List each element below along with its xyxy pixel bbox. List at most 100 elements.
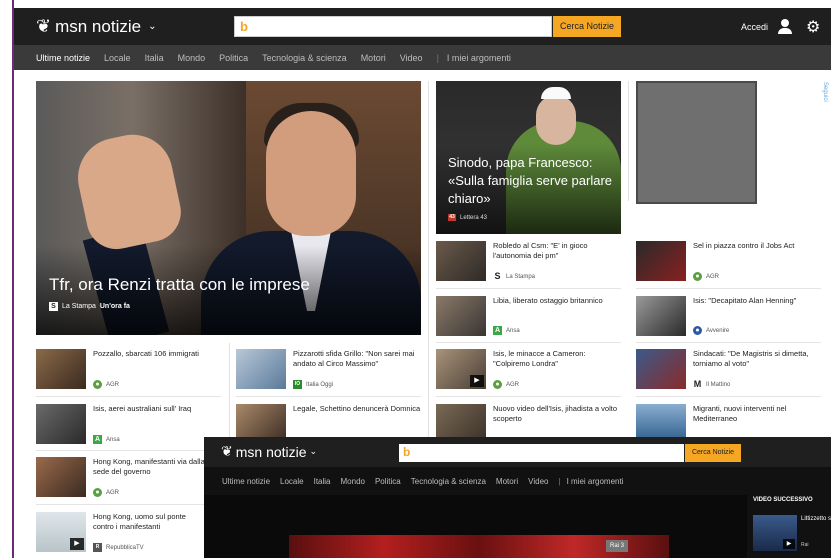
nav-separator: | [558,476,561,486]
brand-name: msn notizie [55,16,142,36]
nav-video[interactable]: Video [528,477,548,486]
avvenire-icon: ● [693,326,702,335]
story-headline[interactable]: Pizzarotti sfida Grillo: "Non sarei mai … [293,349,423,369]
overlay-search-input[interactable] [419,445,679,461]
overlay-search-button[interactable]: Cerca Notizie [685,444,741,462]
list-item[interactable]: Libia, liberato ostaggio britannico A An… [436,296,621,340]
ad-placeholder[interactable] [636,81,757,204]
story-headline[interactable]: Sindacati: "De Magistris si dimetta, tor… [693,349,823,369]
story-thumbnail [436,241,486,281]
avatar-head [781,19,789,27]
story-headline[interactable]: Nuovo video dell'Isis, jihadista a volto… [493,404,621,424]
nav-mondo[interactable]: Mondo [178,53,206,63]
overlay-search-box: b [399,444,684,462]
hero-source-name: La Stampa [62,303,96,310]
nav-mondo[interactable]: Mondo [341,477,365,486]
video-player[interactable]: Rai 3 [204,495,747,558]
gear-icon[interactable]: ⚙ [806,17,820,37]
story-headline[interactable]: Legale, Schettino denuncerà Domnica [293,404,423,414]
list-item[interactable]: Robledo al Csm: "E' in gioco l'autonomia… [436,241,621,285]
nav-ultime-notizie[interactable]: Ultime notizie [222,477,270,486]
story-source-name: RepubblicaTV [106,544,144,551]
top-header: ❦ msn notizie ⌄ b Cerca Notizie Accedi ⚙ [14,8,831,45]
hero-photo-hand [70,127,187,255]
nav-locale[interactable]: Locale [104,53,131,63]
ad-side-label[interactable]: Seguici [818,82,828,102]
story-source: IO Italia Oggi [293,380,333,389]
list-item[interactable]: Isis: "Decapitato Alan Henning" ● Avveni… [636,296,821,340]
nav-tecnologia[interactable]: Tecnologia & scienza [411,477,486,486]
list-item[interactable]: Pozzallo, sbarcati 106 immigrati ● AGR [36,349,226,393]
nav-motori[interactable]: Motori [361,53,386,63]
story-thumbnail: ▶ [36,512,86,552]
list-item[interactable]: Hong Kong, manifestanti via dalla sede d… [36,457,205,501]
agr-icon: ● [93,380,102,389]
story-headline[interactable]: Migranti, nuovi interventi nel Mediterra… [693,404,823,424]
divider [436,342,621,343]
nav-italia[interactable]: Italia [145,53,164,63]
list-item[interactable]: Sel in piazza contro il Jobs Act ● AGR [636,241,821,285]
list-item[interactable]: Sindacati: "De Magistris si dimetta, tor… [636,349,821,393]
hero-time: Un'ora fa [99,303,130,310]
column-divider [628,81,629,201]
nav-ultime-notizie[interactable]: Ultime notizie [36,53,90,63]
hero-story[interactable]: Tfr, ora Renzi tratta con le imprese S L… [36,81,421,335]
story-headline[interactable]: Robledo al Csm: "E' in gioco l'autonomia… [493,241,621,261]
signin-link[interactable]: Accedi [741,22,768,32]
story-headline[interactable]: Hong Kong, uomo sul ponte contro i manif… [93,512,205,532]
story-source: R RepubblicaTV [93,543,144,552]
story-headline[interactable]: Libia, liberato ostaggio britannico [493,296,621,306]
agr-icon: ● [693,272,702,281]
divider [36,504,204,505]
feature-story[interactable]: Sinodo, papa Francesco: «Sulla famiglia … [436,81,621,234]
story-headline[interactable]: Isis: "Decapitato Alan Henning" [693,296,821,306]
chevron-down-icon: ⌄ [309,446,318,456]
nav-video[interactable]: Video [400,53,423,63]
story-source-name: AGR [106,381,120,388]
nav-miei-argomenti[interactable]: I miei argomenti [567,477,624,486]
feature-title[interactable]: Sinodo, papa Francesco: «Sulla famiglia … [448,154,618,208]
story-headline[interactable]: Hong Kong, manifestanti via dalla sede d… [93,457,205,477]
list-item[interactable]: ▶ Isis, le minacce a Cameron: "Colpiremo… [436,349,621,393]
hero-title[interactable]: Tfr, ora Renzi tratta con le imprese [49,275,310,295]
list-item[interactable]: ▶ Hong Kong, uomo sul ponte contro i man… [36,512,204,556]
search-input[interactable] [257,18,547,35]
story-headline[interactable]: Sel in piazza contro il Jobs Act [693,241,821,251]
story-headline[interactable]: Pozzallo, sbarcati 106 immigrati [93,349,223,359]
feature-source-name: Lettera 43 [460,214,488,221]
story-source-name: Ansa [506,327,520,334]
nav-politica[interactable]: Politica [375,477,401,486]
next-video-title[interactable]: Littizzetto spiego io [801,515,831,523]
story-thumbnail [636,296,686,336]
butterfly-icon: ❦ [221,443,233,459]
nav-tecnologia[interactable]: Tecnologia & scienza [262,53,347,63]
next-video-source: Rai [801,542,809,548]
msn-logo[interactable]: ❦ msn notizie ⌄ [36,16,156,37]
nav-italia[interactable]: Italia [314,477,331,486]
story-headline[interactable]: Isis, le minacce a Cameron: "Colpiremo L… [493,349,621,369]
story-source: A Ansa [493,326,520,335]
story-source: ● AGR [93,380,119,389]
divider [236,396,421,397]
story-thumbnail [236,349,286,389]
divider [636,342,821,343]
nav-locale[interactable]: Locale [280,477,304,486]
next-video-thumbnail[interactable]: ▶ [753,515,797,551]
divider [436,396,621,397]
story-source-name: Ansa [106,436,120,443]
overlay-msn-logo[interactable]: ❦ msn notizie ⌄ [221,443,317,460]
avatar-icon[interactable] [776,17,794,35]
list-item[interactable]: Isis, aerei australiani sull' Iraq A Ans… [36,404,226,448]
divider [36,396,221,397]
column-divider [428,81,429,441]
butterfly-icon: ❦ [36,16,52,36]
video-page-window: ❦ msn notizie ⌄ b Cerca Notizie Ultime n… [204,437,831,558]
nav-politica[interactable]: Politica [219,53,248,63]
list-item[interactable]: Pizzarotti sfida Grillo: "Non sarei mai … [236,349,426,393]
nav-motori[interactable]: Motori [496,477,518,486]
story-headline[interactable]: Isis, aerei australiani sull' Iraq [93,404,223,414]
search-button[interactable]: Cerca Notizie [553,16,621,37]
italiaoggi-icon: IO [293,380,302,389]
avatar-body [778,28,792,34]
nav-miei-argomenti[interactable]: I miei argomenti [447,53,511,63]
